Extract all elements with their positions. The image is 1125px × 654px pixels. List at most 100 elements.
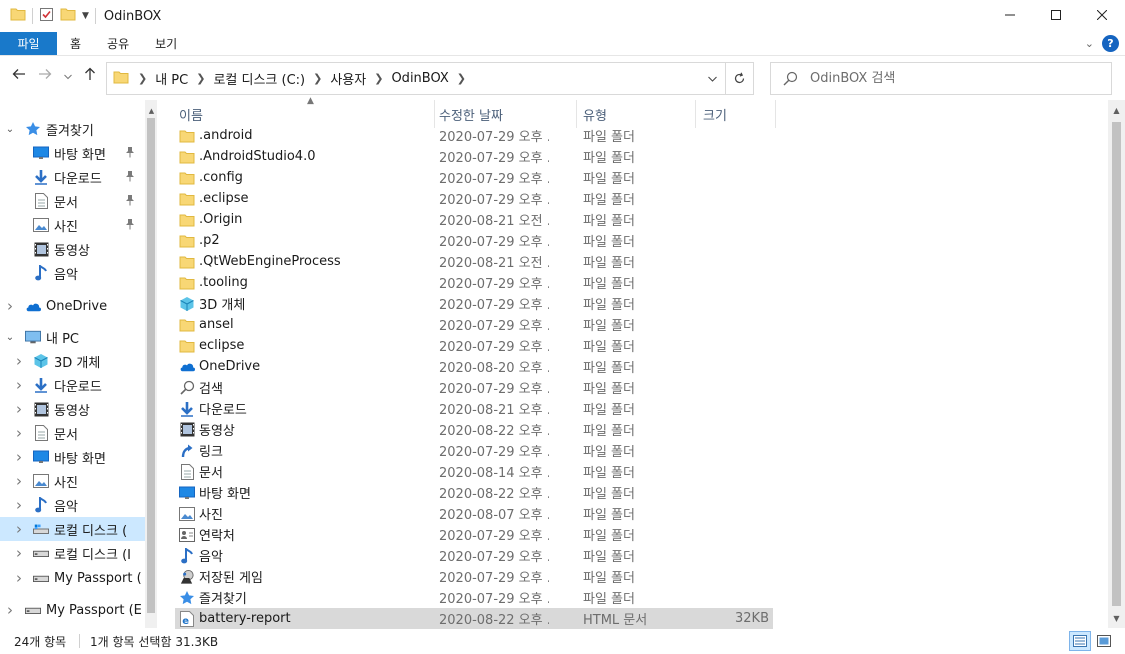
nav-item[interactable]: 동영상: [0, 237, 145, 261]
tab-home[interactable]: 홈: [57, 32, 94, 55]
nav-item[interactable]: › 바탕 화면: [0, 445, 145, 469]
collapsed-chevron-icon[interactable]: ›: [5, 601, 15, 619]
file-row[interactable]: .p2 2020-07-29 오후 ... 파일 폴더: [175, 230, 773, 251]
file-row[interactable]: .android 2020-07-29 오후 ... 파일 폴더: [175, 125, 773, 146]
file-row[interactable]: 즐겨찾기 2020-07-29 오후 ... 파일 폴더: [175, 587, 773, 608]
file-row[interactable]: eclipse 2020-07-29 오후 ... 파일 폴더: [175, 335, 773, 356]
nav-item[interactable]: › 동영상: [0, 397, 145, 421]
nav-item[interactable]: › OneDrive: [0, 294, 145, 318]
file-row[interactable]: 바탕 화면 2020-08-22 오후 ... 파일 폴더: [175, 482, 773, 503]
column-divider[interactable]: [775, 100, 776, 128]
breadcrumb-separator-icon[interactable]: ❯: [310, 72, 325, 85]
collapsed-chevron-icon[interactable]: ›: [14, 424, 24, 442]
collapsed-chevron-icon[interactable]: ›: [5, 297, 15, 315]
file-row[interactable]: .QtWebEngineProcess 2020-08-21 오전 ... 파일 폴…: [175, 251, 773, 272]
expanded-chevron-icon[interactable]: ⌄: [5, 332, 15, 343]
file-row[interactable]: 음악 2020-07-29 오후 ... 파일 폴더: [175, 545, 773, 566]
refresh-button[interactable]: [725, 63, 753, 94]
navigation-pane-scrollbar[interactable]: ▲: [145, 100, 157, 628]
collapsed-chevron-icon[interactable]: ›: [14, 569, 24, 587]
tab-file[interactable]: 파일: [0, 32, 57, 55]
customize-toolbar-dropdown-icon[interactable]: ▼: [82, 11, 89, 21]
up-button[interactable]: [84, 67, 96, 85]
file-row[interactable]: 사진 2020-08-07 오후 ... 파일 폴더: [175, 503, 773, 524]
file-list-scrollbar[interactable]: ▲ ▼: [1108, 100, 1125, 628]
column-divider[interactable]: [695, 100, 696, 128]
nav-item[interactable]: › 문서: [0, 421, 145, 445]
nav-item[interactable]: › 로컬 디스크 (: [0, 517, 145, 541]
column-header-name[interactable]: 이름 ▲: [179, 96, 434, 128]
collapsed-chevron-icon[interactable]: ›: [14, 496, 24, 514]
expanded-chevron-icon[interactable]: ⌄: [5, 124, 15, 135]
nav-item[interactable]: › My Passport (E: [0, 598, 145, 622]
tab-share[interactable]: 공유: [94, 32, 142, 55]
file-row[interactable]: .eclipse 2020-07-29 오후 ... 파일 폴더: [175, 188, 773, 209]
file-row[interactable]: 링크 2020-07-29 오후 ... 파일 폴더: [175, 440, 773, 461]
nav-item[interactable]: 음악: [0, 261, 145, 285]
search-box[interactable]: [770, 62, 1112, 95]
column-divider[interactable]: [576, 100, 577, 128]
breadcrumb-local-disk[interactable]: 로컬 디스크 (C:): [208, 69, 310, 88]
large-icons-view-button[interactable]: [1093, 631, 1115, 651]
file-row[interactable]: 동영상 2020-08-22 오후 ... 파일 폴더: [175, 419, 773, 440]
scrollbar-thumb[interactable]: [147, 118, 155, 613]
properties-icon[interactable]: [39, 7, 54, 26]
column-header-type[interactable]: 유형: [583, 100, 695, 128]
nav-item[interactable]: › 3D 개체: [0, 349, 145, 373]
close-button[interactable]: [1079, 0, 1125, 30]
file-row[interactable]: 검색 2020-07-29 오후 ... 파일 폴더: [175, 377, 773, 398]
collapsed-chevron-icon[interactable]: ›: [14, 376, 24, 394]
collapsed-chevron-icon[interactable]: ›: [14, 352, 24, 370]
nav-item[interactable]: 바탕 화면: [0, 141, 145, 165]
breadcrumb-separator-icon[interactable]: ❯: [135, 72, 150, 85]
breadcrumb-separator-icon[interactable]: ❯: [454, 72, 469, 85]
collapsed-chevron-icon[interactable]: ›: [14, 400, 24, 418]
column-header-size[interactable]: 크기: [703, 100, 773, 128]
breadcrumb-my-pc[interactable]: 내 PC: [150, 69, 193, 88]
details-view-button[interactable]: [1069, 631, 1091, 651]
breadcrumb-separator-icon[interactable]: ❯: [371, 72, 386, 85]
tab-view[interactable]: 보기: [142, 32, 190, 55]
file-row[interactable]: 3D 개체 2020-07-29 오후 ... 파일 폴더: [175, 293, 773, 314]
file-row[interactable]: 다운로드 2020-08-21 오후 ... 파일 폴더: [175, 398, 773, 419]
collapsed-chevron-icon[interactable]: ›: [14, 520, 24, 538]
minimize-button[interactable]: [987, 0, 1033, 30]
nav-item[interactable]: › 로컬 디스크 (I: [0, 541, 145, 565]
help-button[interactable]: ?: [1102, 35, 1119, 52]
nav-item[interactable]: 사진: [0, 213, 145, 237]
recent-locations-button[interactable]: [64, 69, 72, 84]
file-row[interactable]: .Origin 2020-08-21 오전 ... 파일 폴더: [175, 209, 773, 230]
maximize-button[interactable]: [1033, 0, 1079, 30]
file-row[interactable]: 연락처 2020-07-29 오후 ... 파일 폴더: [175, 524, 773, 545]
nav-item[interactable]: › 음악: [0, 493, 145, 517]
nav-item[interactable]: › 다운로드: [0, 373, 145, 397]
breadcrumb-separator-icon[interactable]: ❯: [193, 72, 208, 85]
scroll-down-arrow-icon[interactable]: ▼: [1108, 610, 1125, 627]
nav-item[interactable]: › 사진: [0, 469, 145, 493]
breadcrumb-users[interactable]: 사용자: [325, 69, 371, 88]
search-input[interactable]: [810, 71, 1090, 86]
new-folder-icon[interactable]: [60, 7, 76, 25]
file-row[interactable]: e battery-report 2020-08-22 오후 ... HTML 문서 3…: [175, 608, 773, 629]
pin-icon[interactable]: [125, 146, 135, 161]
scroll-up-arrow-icon[interactable]: ▲: [1108, 102, 1125, 119]
pin-icon[interactable]: [125, 194, 135, 209]
column-header-date[interactable]: 수정한 날짜: [439, 100, 575, 128]
nav-item[interactable]: 다운로드: [0, 165, 145, 189]
column-divider[interactable]: [434, 100, 435, 128]
collapsed-chevron-icon[interactable]: ›: [14, 448, 24, 466]
nav-item[interactable]: ⌄ 즐겨찾기: [0, 117, 145, 141]
collapsed-chevron-icon[interactable]: ›: [14, 544, 24, 562]
expand-ribbon-chevron-icon[interactable]: ⌄: [1085, 37, 1094, 50]
file-row[interactable]: OneDrive 2020-08-20 오후 ... 파일 폴더: [175, 356, 773, 377]
breadcrumb-odinbox[interactable]: OdinBOX: [386, 71, 453, 86]
back-button[interactable]: [12, 68, 26, 84]
nav-item[interactable]: ⌄ 내 PC: [0, 325, 145, 349]
file-row[interactable]: 저장된 게임 2020-07-29 오후 ... 파일 폴더: [175, 566, 773, 587]
nav-item[interactable]: 문서: [0, 189, 145, 213]
file-row[interactable]: 문서 2020-08-14 오후 ... 파일 폴더: [175, 461, 773, 482]
address-history-dropdown[interactable]: [699, 63, 725, 94]
file-row[interactable]: ansel 2020-07-29 오후 ... 파일 폴더: [175, 314, 773, 335]
file-row[interactable]: .tooling 2020-07-29 오후 ... 파일 폴더: [175, 272, 773, 293]
file-row[interactable]: .config 2020-07-29 오후 ... 파일 폴더: [175, 167, 773, 188]
